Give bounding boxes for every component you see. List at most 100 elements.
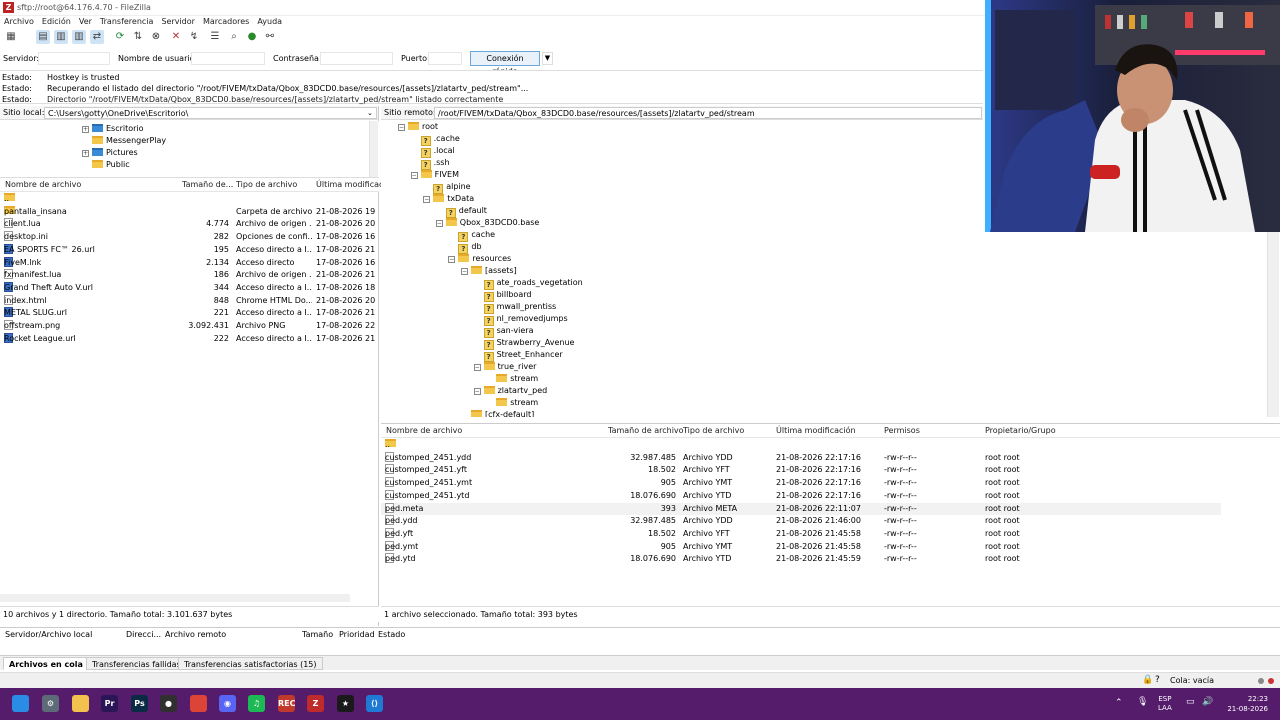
photoshop-icon[interactable]: Ps	[131, 695, 148, 712]
table-row[interactable]: Grand Theft Auto V.url 344 Acceso directo …	[0, 281, 379, 295]
table-row[interactable]: FiveM.lnk 2.134 Acceso directo 17-08-2026 1…	[0, 256, 379, 270]
quickconnect-button[interactable]: Conexión rápida	[470, 51, 540, 76]
table-row[interactable]: ..	[0, 193, 379, 206]
menu-servidor[interactable]: Servidor	[157, 16, 199, 28]
spotify-icon[interactable]: ♫	[248, 695, 265, 712]
language-indicator[interactable]: ESP LAA	[1158, 695, 1172, 713]
tree-node[interactable]: [cfx-default]	[461, 409, 534, 417]
table-row[interactable]: customped_2451.ymt 905 Archivo YMT 21-08-20…	[381, 477, 1221, 490]
network-icon[interactable]: ▭	[1186, 697, 1195, 707]
chrome-icon[interactable]	[190, 695, 207, 712]
tree-node[interactable]: − true_river	[473, 361, 536, 373]
tray-chevron-icon[interactable]: ⌃	[1115, 698, 1123, 708]
table-row[interactable]: offstream.png 3.092.431 Archivo PNG 17-08-2…	[0, 320, 379, 333]
collapse-icon[interactable]: −	[448, 256, 456, 263]
tree-node[interactable]: ? db	[448, 241, 482, 254]
collapse-icon[interactable]: −	[398, 124, 405, 131]
tree-node[interactable]: ? .local	[411, 145, 455, 158]
clock[interactable]: 22:23 21-08-2026	[1218, 694, 1268, 714]
queue-col-direction[interactable]: Direcci...	[126, 630, 161, 639]
table-row[interactable]: customped_2451.yft 18.502 Archivo YFT 21-08…	[381, 464, 1221, 477]
sync-browse-icon[interactable]: ●	[245, 30, 259, 44]
queue-col-priority[interactable]: Prioridad	[339, 630, 375, 639]
microphone-icon[interactable]: 🎙	[1137, 697, 1148, 707]
col-type[interactable]: Tipo de archivo	[236, 178, 297, 192]
tab-failed-transfers[interactable]: Transferencias fallidas	[86, 657, 187, 670]
refresh-icon[interactable]: ⟳	[113, 30, 127, 44]
table-row[interactable]: pantalla_insana Carpeta de archivos 21-08-…	[0, 205, 379, 219]
col-owner[interactable]: Propietario/Grupo	[985, 424, 1056, 438]
table-row[interactable]: ped.meta 393 Archivo META 21-08-2026 22:11:…	[381, 502, 1221, 516]
local-path-input[interactable]: C:\Users\gotty\OneDrive\Escritorio\	[44, 107, 377, 119]
collapse-icon[interactable]: −	[410, 172, 418, 179]
tree-node[interactable]: − txData	[423, 193, 474, 205]
settings-icon[interactable]: ⚙	[42, 695, 59, 712]
table-row[interactable]: customped_2451.ydd 32.987.485 Archivo YDD 2…	[381, 451, 1221, 465]
menu-archivo[interactable]: Archivo	[0, 16, 38, 28]
premiere-icon[interactable]: Pr	[101, 695, 118, 712]
table-row[interactable]: customped_2451.ytd 18.076.690 Archivo YTD 2…	[381, 489, 1221, 503]
table-row[interactable]: ped.ymt 905 Archivo YMT 21-08-2026 21:45:58…	[381, 540, 1221, 554]
game-icon[interactable]: ★	[337, 695, 354, 712]
local-tree-scrollbar[interactable]	[369, 121, 378, 177]
table-row[interactable]: client.lua 4.774 Archivo de origen ... 21-0…	[0, 218, 379, 231]
toggle-remote-tree-icon[interactable]: ▥	[72, 30, 86, 44]
local-hscrollbar[interactable]	[0, 594, 350, 602]
col-size[interactable]: Tamaño de...	[182, 178, 233, 192]
reconnect-icon[interactable]: ↯	[187, 30, 201, 44]
collapse-icon[interactable]: −	[473, 364, 481, 371]
menu-ayuda[interactable]: Ayuda	[253, 16, 286, 28]
cancel-icon[interactable]: ⊗	[149, 30, 163, 44]
disconnect-icon[interactable]: ✕	[169, 30, 183, 44]
tree-node[interactable]: Public	[92, 159, 130, 171]
expand-icon[interactable]: +	[82, 150, 89, 157]
tree-node[interactable]: ? cache	[448, 229, 495, 242]
queue-col-size[interactable]: Tamaño	[302, 630, 333, 639]
tree-node[interactable]: ? .cache	[411, 133, 460, 146]
expand-icon[interactable]: +	[82, 126, 89, 133]
tree-node[interactable]: ? billboard	[474, 289, 531, 302]
discord-icon[interactable]: ◉	[219, 695, 236, 712]
queue-col-local[interactable]: Servidor/Archivo local	[5, 630, 92, 639]
recorder-icon[interactable]: REC	[278, 695, 296, 712]
table-row[interactable]: desktop.ini 282 Opciones de confi... 17-08-…	[0, 231, 379, 244]
col-modified[interactable]: Última modificaci	[316, 178, 386, 192]
col-size[interactable]: Tamaño de archivo	[608, 424, 684, 438]
tree-node[interactable]: + Escritorio	[82, 123, 144, 135]
tree-node[interactable]: ? san-viera	[474, 325, 533, 338]
remote-path-input[interactable]: /root/FIVEM/txData/Qbox_83DCD0.base/reso…	[434, 107, 982, 119]
toggle-queue-icon[interactable]: ⇄	[90, 30, 104, 44]
col-filename[interactable]: Nombre de archivo	[5, 178, 81, 192]
col-filename[interactable]: Nombre de archivo	[386, 424, 462, 438]
tree-node[interactable]: MessengerPlay	[92, 135, 166, 147]
tree-node[interactable]: ? mwall_prentiss	[474, 301, 556, 314]
filter-icon[interactable]: ☰	[208, 30, 222, 44]
table-row[interactable]: ped.yft 18.502 Archivo YFT 21-08-2026 21:45…	[381, 527, 1221, 541]
tree-node[interactable]: − [assets]	[461, 265, 517, 277]
password-input[interactable]	[320, 52, 393, 65]
table-row[interactable]: Rocket League.url 222 Acceso directo a I..…	[0, 332, 379, 346]
tree-node[interactable]: ? default	[436, 205, 487, 218]
tree-node[interactable]: − resources	[448, 253, 511, 265]
menu-marcadores[interactable]: Marcadores	[199, 16, 253, 28]
menu-ver[interactable]: Ver	[75, 16, 96, 28]
windows-start-icon[interactable]	[12, 695, 29, 712]
table-row[interactable]: index.html 848 Chrome HTML Do... 21-08-2026…	[0, 294, 379, 308]
col-type[interactable]: Tipo de archivo	[683, 424, 744, 438]
toggle-local-tree-icon[interactable]: ▥	[54, 30, 68, 44]
tree-node[interactable]: ? nl_removedjumps	[474, 313, 568, 326]
find-files-icon[interactable]: ⚯	[263, 30, 277, 44]
queue-col-remote[interactable]: Archivo remoto	[165, 630, 226, 639]
tree-node[interactable]: − root	[398, 121, 438, 133]
table-row[interactable]: METAL SLUG.url 221 Acceso directo a I... 17…	[0, 307, 379, 320]
tree-node[interactable]: ? alpine	[423, 181, 471, 194]
site-manager-icon[interactable]: ▦	[4, 30, 18, 44]
tree-node[interactable]: ? .ssh	[411, 157, 450, 170]
volume-icon[interactable]: 🔊	[1202, 697, 1213, 707]
quickconnect-history-dropdown[interactable]: ▼	[542, 52, 553, 65]
table-row[interactable]: ped.ydd 32.987.485 Archivo YDD 21-08-2026 2…	[381, 515, 1221, 528]
process-queue-icon[interactable]: ⇅	[131, 30, 145, 44]
table-row[interactable]: ..	[381, 439, 1221, 452]
collapse-icon[interactable]: −	[435, 220, 443, 227]
vscode-icon[interactable]: ⟨⟩	[366, 695, 383, 712]
